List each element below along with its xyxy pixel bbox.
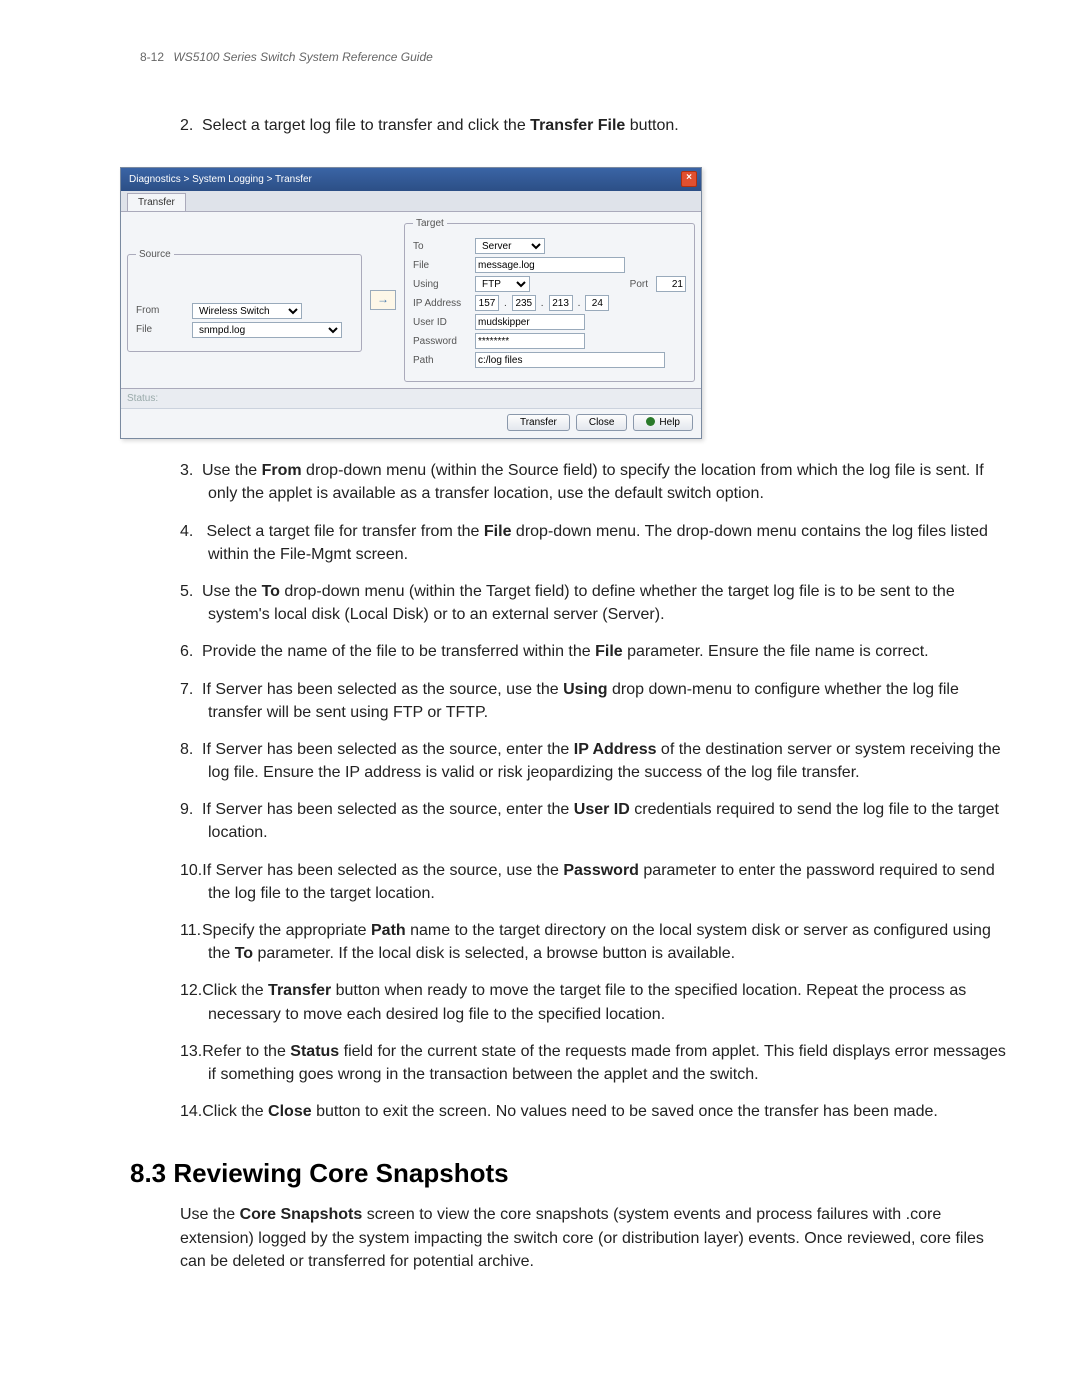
section-paragraph: Use the Core Snapshots screen to view th… [180, 1203, 1010, 1273]
status-label: Status: [127, 393, 158, 404]
ip-seg-2[interactable] [512, 295, 536, 311]
ip-seg-1[interactable] [475, 295, 499, 311]
ip-seg-3[interactable] [549, 295, 573, 311]
step-3: 3.Use the From drop-down menu (within th… [180, 459, 1010, 505]
password-label: Password [413, 336, 471, 347]
arrow-right-icon [370, 290, 396, 310]
step-14: 14.Click the Close button to exit the sc… [180, 1100, 1010, 1123]
ip-label: IP Address [413, 298, 471, 309]
file-label: File [136, 324, 188, 335]
userid-input[interactable] [475, 314, 585, 330]
step-9: 9.If Server has been selected as the sou… [180, 798, 1010, 844]
running-header: 8-12 WS5100 Series Switch System Referen… [140, 50, 1010, 64]
port-input[interactable] [656, 276, 686, 292]
source-fieldset: Source From Wireless Switch File snmpd.l… [127, 249, 362, 352]
tab-transfer[interactable]: Transfer [127, 193, 186, 211]
step-10: 10.If Server has been selected as the so… [180, 859, 1010, 905]
step-5: 5.Use the To drop-down menu (within the … [180, 580, 1010, 626]
path-label: Path [413, 355, 471, 366]
section-title: Reviewing Core Snapshots [173, 1158, 508, 1188]
using-select[interactable]: FTP [475, 276, 530, 292]
path-input[interactable] [475, 352, 665, 368]
to-select[interactable]: Server [475, 238, 545, 254]
section-number: 8.3 [130, 1158, 166, 1188]
status-bar: Status: [121, 388, 701, 408]
section-heading: 8.3 Reviewing Core Snapshots [130, 1158, 1010, 1189]
ip-seg-4[interactable] [585, 295, 609, 311]
help-button[interactable]: Help [633, 414, 693, 431]
dialog-title: Diagnostics > System Logging > Transfer [129, 174, 312, 185]
step-7: 7.If Server has been selected as the sou… [180, 678, 1010, 724]
transfer-dialog: Diagnostics > System Logging > Transfer … [120, 167, 702, 439]
step-8: 8.If Server has been selected as the sou… [180, 738, 1010, 784]
target-fieldset: Target To Server File Using FTP [404, 218, 695, 382]
close-button[interactable]: Close [576, 414, 628, 431]
close-icon[interactable]: × [681, 171, 697, 187]
from-label: From [136, 305, 188, 316]
step-13: 13.Refer to the Status field for the cur… [180, 1040, 1010, 1086]
source-legend: Source [136, 249, 174, 260]
to-label: To [413, 241, 471, 252]
userid-label: User ID [413, 317, 471, 328]
password-input[interactable] [475, 333, 585, 349]
step-4: 4. Select a target file for transfer fro… [180, 520, 1010, 566]
step-12: 12.Click the Transfer button when ready … [180, 979, 1010, 1025]
transfer-button[interactable]: Transfer [507, 414, 570, 431]
port-label: Port [630, 279, 648, 290]
from-select[interactable]: Wireless Switch [192, 303, 302, 319]
target-legend: Target [413, 218, 447, 229]
step-11: 11.Specify the appropriate Path name to … [180, 919, 1010, 965]
target-file-label: File [413, 260, 471, 271]
page-number: 8-12 [140, 50, 164, 64]
target-file-input[interactable] [475, 257, 625, 273]
step-6: 6.Provide the name of the file to be tra… [180, 640, 1010, 663]
doc-title: WS5100 Series Switch System Reference Gu… [173, 50, 432, 64]
using-label: Using [413, 279, 471, 290]
file-select[interactable]: snmpd.log [192, 322, 342, 338]
step-2: 2.Select a target log file to transfer a… [180, 114, 1010, 137]
